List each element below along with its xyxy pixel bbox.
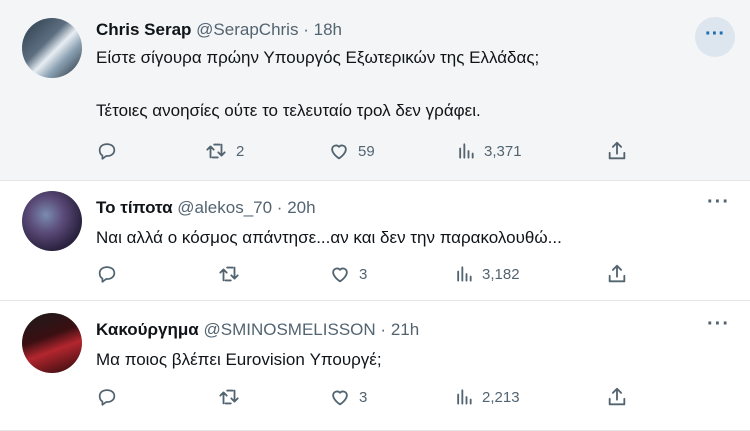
retweet-button[interactable]: 2 xyxy=(204,139,244,163)
views-button[interactable]: 2,213 xyxy=(454,385,520,409)
tweet-header: Chris Serap @SerapChris · 18h xyxy=(96,20,342,40)
like-button[interactable]: 59 xyxy=(328,139,375,163)
ellipsis-icon: ··· xyxy=(707,191,730,213)
heart-icon xyxy=(331,144,347,160)
share-icon xyxy=(608,264,626,283)
share-button[interactable] xyxy=(606,139,628,163)
avatar[interactable] xyxy=(22,313,82,373)
separator: · xyxy=(303,20,309,39)
action-bar: 2 59 3,371 xyxy=(96,139,636,163)
heart-icon xyxy=(332,267,348,283)
author-handle[interactable]: @SMINOSMELISSON xyxy=(203,320,375,339)
action-bar: 3 3,182 xyxy=(96,262,636,286)
ellipsis-icon: ··· xyxy=(705,23,725,45)
tweet-text-line: Είστε σίγουρα πρώην Υπουργός Εξωτερικών … xyxy=(96,48,540,67)
reply-icon xyxy=(98,389,116,406)
ellipsis-icon: ··· xyxy=(707,313,730,335)
reply-button[interactable] xyxy=(96,262,126,286)
more-options-button[interactable]: ··· xyxy=(707,191,730,214)
separator: · xyxy=(380,320,387,339)
avatar[interactable] xyxy=(22,18,82,78)
views-button[interactable]: 3,182 xyxy=(454,262,520,286)
timestamp[interactable]: 18h xyxy=(314,20,342,39)
retweet-button[interactable] xyxy=(217,262,249,286)
retweet-icon xyxy=(219,266,239,282)
views-icon xyxy=(457,266,472,282)
share-button[interactable] xyxy=(606,385,628,409)
reply-button[interactable] xyxy=(96,139,126,163)
heart-icon xyxy=(332,390,348,406)
views-icon xyxy=(457,389,472,405)
share-button[interactable] xyxy=(606,262,628,286)
tweet-text-line: Τέτοιες ανοησίες ούτε το τελευταίο τρολ … xyxy=(96,101,481,120)
like-count: 3 xyxy=(359,388,368,406)
views-icon xyxy=(459,143,474,159)
reply-button[interactable] xyxy=(96,385,126,409)
author-handle[interactable]: @SerapChris xyxy=(196,20,298,39)
like-button[interactable]: 3 xyxy=(329,385,367,409)
author-handle[interactable]: @alekos_70 xyxy=(177,198,272,217)
author-name[interactable]: Κακούργημα xyxy=(96,320,199,339)
more-options-button[interactable]: ··· xyxy=(695,17,735,57)
share-icon xyxy=(608,387,626,406)
tweet-header: Το τίποτα @alekos_70 · 20h xyxy=(96,198,316,218)
like-count: 59 xyxy=(358,142,375,160)
timestamp[interactable]: 20h xyxy=(287,198,315,217)
more-options-button[interactable]: ··· xyxy=(707,313,730,336)
views-button[interactable]: 3,371 xyxy=(456,139,522,163)
views-count: 3,371 xyxy=(484,142,522,160)
action-bar: 3 2,213 xyxy=(96,385,636,409)
author-name[interactable]: Chris Serap xyxy=(96,20,191,39)
reply-icon xyxy=(98,266,116,283)
like-button[interactable]: 3 xyxy=(329,262,367,286)
tweet-text-line: Μα ποιος βλέπει Eurovision Υπουργέ; xyxy=(96,350,382,369)
retweet-icon xyxy=(206,143,226,159)
author-name[interactable]: Το τίποτα xyxy=(96,198,173,217)
timestamp[interactable]: 21h xyxy=(391,320,419,339)
tweet-header: Κακούργημα @SMINOSMELISSON · 21h xyxy=(96,320,419,340)
tweet-text-line: Ναι αλλά ο κόσμος απάντησε...αν και δεν … xyxy=(96,228,562,247)
views-count: 2,213 xyxy=(482,388,520,406)
like-count: 3 xyxy=(359,265,368,283)
share-icon xyxy=(608,141,626,160)
retweet-icon xyxy=(219,389,239,405)
avatar[interactable] xyxy=(22,191,82,251)
separator: · xyxy=(276,198,283,217)
retweet-count: 2 xyxy=(236,142,245,160)
reply-icon xyxy=(98,143,116,160)
retweet-button[interactable] xyxy=(217,385,249,409)
views-count: 3,182 xyxy=(482,265,520,283)
